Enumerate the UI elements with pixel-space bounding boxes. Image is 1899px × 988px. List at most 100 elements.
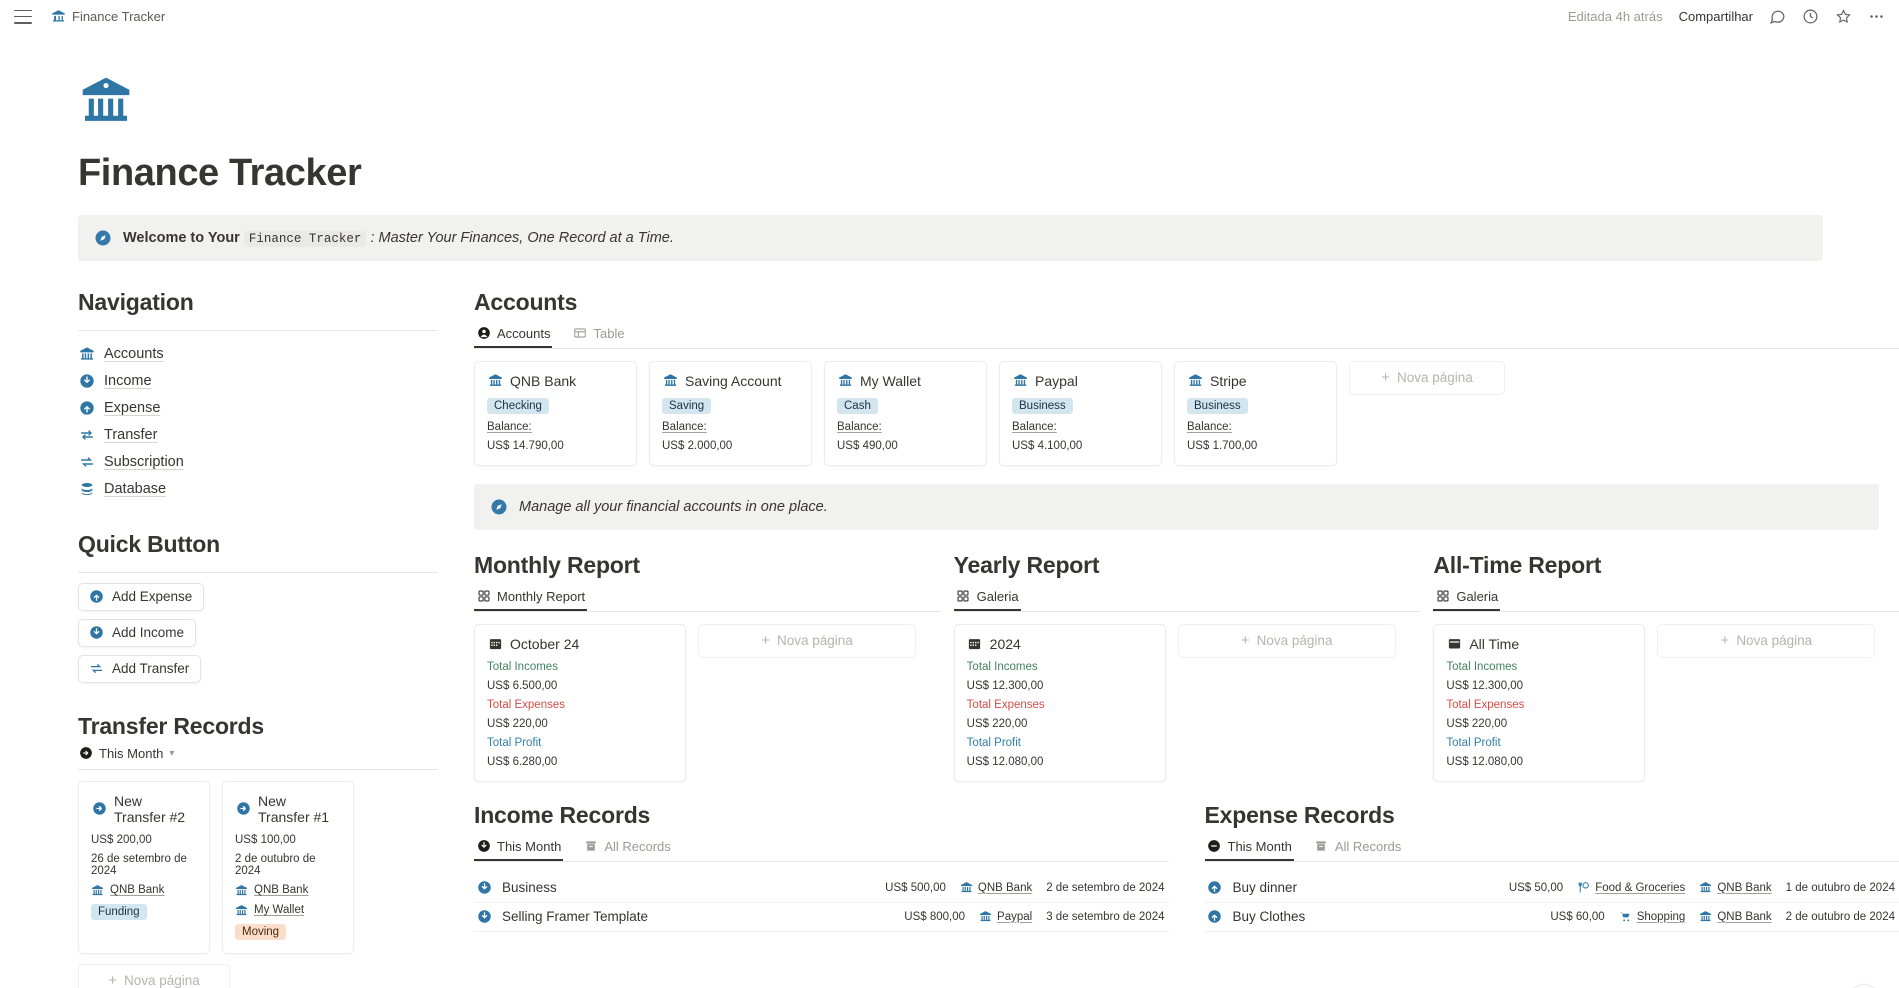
income-date: 3 de setembro de 2024 xyxy=(1046,910,1165,923)
transfer-card-gallery: New Transfer #2 US$ 200,00 26 de setembr… xyxy=(78,780,438,954)
report-card[interactable]: All Time Total Incomes US$ 12.300,00 Tot… xyxy=(1433,623,1646,782)
all-time-report-gallery: All Time Total Incomes US$ 12.300,00 Tot… xyxy=(1433,623,1899,782)
sidebar-item-label: Subscription xyxy=(104,454,184,471)
add-transfer-button[interactable]: Add Transfer xyxy=(78,654,202,683)
total-expenses-value: US$ 220,00 xyxy=(966,717,1028,730)
favorite-star-icon[interactable] xyxy=(1835,8,1852,25)
sidebar-item-income[interactable]: Income xyxy=(78,368,438,395)
transfer-card[interactable]: New Transfer #2 US$ 200,00 26 de setembr… xyxy=(78,780,210,954)
navigation-divider xyxy=(78,329,438,331)
income-amount: US$ 500,00 xyxy=(885,881,946,894)
expense-records-heading: Expense Records xyxy=(1204,801,1395,828)
tab-yearly-gallery-label: Galeria xyxy=(976,588,1019,604)
sidebar-item-label: Expense xyxy=(104,400,161,417)
main-columns: Navigation Accounts Income Expense Trans… xyxy=(78,271,1899,988)
tab-income-this-month[interactable]: This Month xyxy=(474,835,563,861)
sidebar-item-transfer[interactable]: Transfer xyxy=(78,422,438,449)
total-incomes-value: US$ 12.300,00 xyxy=(966,679,1044,692)
transfer-account-link[interactable]: QNB Bank xyxy=(235,884,341,897)
report-card[interactable]: October 24 Total Incomes US$ 6.500,00 To… xyxy=(474,623,686,782)
transfer-card[interactable]: New Transfer #1 US$ 100,00 2 de outubro … xyxy=(222,780,354,954)
account-card[interactable]: My Wallet Cash Balance: US$ 490,00 xyxy=(824,360,987,466)
income-date: 2 de setembro de 2024 xyxy=(1046,881,1165,894)
history-clock-icon[interactable] xyxy=(1802,8,1819,25)
sidebar-toggle-icon[interactable] xyxy=(14,9,32,24)
income-row[interactable]: Business US$ 500,00 QNB Bank 2 de setemb… xyxy=(474,874,1169,903)
breadcrumb[interactable]: Finance Tracker xyxy=(46,7,170,26)
tab-accounts[interactable]: Accounts xyxy=(474,322,552,348)
yearly-report-new-page-button[interactable]: + Nova página xyxy=(1177,623,1396,658)
comment-icon[interactable] xyxy=(1769,8,1786,25)
page-icon-bank-icon[interactable] xyxy=(78,73,138,133)
expense-account-label: QNB Bank xyxy=(1717,910,1772,923)
account-card[interactable]: Stripe Business Balance: US$ 1.700,00 xyxy=(1174,360,1337,466)
expense-category-link[interactable]: Food & Groceries xyxy=(1577,881,1685,894)
report-card-props: Total Incomes US$ 6.500,00 Total Expense… xyxy=(487,661,673,768)
income-account-link[interactable]: Paypal xyxy=(979,910,1032,923)
bank-icon xyxy=(235,904,248,917)
records-row: Income Records This Month All Records Bu… xyxy=(474,802,1899,932)
tab-table[interactable]: Table xyxy=(570,322,626,348)
all-time-report-new-page-button[interactable]: + Nova página xyxy=(1657,623,1876,658)
transfer-new-page-button[interactable]: + Nova página xyxy=(78,963,230,988)
tab-income-this-month-label: This Month xyxy=(497,838,562,854)
expense-title: Buy dinner xyxy=(1232,880,1298,896)
account-card[interactable]: QNB Bank Checking Balance: US$ 14.790,00 xyxy=(474,360,637,466)
database-icon xyxy=(78,481,95,498)
monthly-report-new-page-button[interactable]: + Nova página xyxy=(698,623,916,658)
more-options-icon[interactable] xyxy=(1868,8,1885,25)
plus-icon: + xyxy=(1240,632,1250,650)
tab-all-time-gallery[interactable]: Galeria xyxy=(1433,585,1500,611)
transfer-date: 2 de outubro de 2024 xyxy=(235,852,316,877)
balance-label: Balance: xyxy=(1012,420,1057,433)
expense-row[interactable]: Buy Clothes US$ 60,00 Shopping QNB Bank xyxy=(1204,903,1899,932)
transfer-account-link[interactable]: My Wallet xyxy=(235,904,341,917)
accounts-new-page-button[interactable]: + Nova página xyxy=(1349,360,1505,395)
sidebar-item-expense[interactable]: Expense xyxy=(78,395,438,422)
total-profit-value: US$ 6.280,00 xyxy=(487,755,558,768)
report-card[interactable]: 2024 Total Incomes US$ 12.300,00 Total E… xyxy=(953,623,1166,782)
monthly-report-view-tabs: Monthly Report xyxy=(474,585,940,612)
expense-category-label: Food & Groceries xyxy=(1595,881,1686,894)
tab-yearly-gallery[interactable]: Galeria xyxy=(954,585,1021,611)
account-balance: US$ 14.790,00 xyxy=(487,439,564,452)
sidebar-item-label: Database xyxy=(104,481,167,498)
tab-income-all-records[interactable]: All Records xyxy=(581,835,672,861)
monthly-report-heading: Monthly Report xyxy=(474,551,640,578)
expense-row[interactable]: Buy dinner US$ 50,00 Food & Groceries QN… xyxy=(1204,874,1899,903)
report-card-title-row: October 24 xyxy=(487,636,673,652)
add-income-button[interactable]: Add Income xyxy=(78,618,197,647)
share-button[interactable]: Compartilhar xyxy=(1679,9,1753,24)
sidebar-item-database[interactable]: Database xyxy=(78,476,438,503)
tab-monthly-report[interactable]: Monthly Report xyxy=(474,585,587,611)
tab-expense-this-month[interactable]: This Month xyxy=(1205,835,1294,861)
total-incomes-label: Total Incomes xyxy=(487,660,558,673)
sidebar-item-subscription[interactable]: Subscription xyxy=(78,449,438,476)
account-card[interactable]: Saving Account Saving Balance: US$ 2.000… xyxy=(649,360,812,466)
transfer-tag: Moving xyxy=(235,923,287,940)
account-card[interactable]: Paypal Business Balance: US$ 4.100,00 xyxy=(999,360,1162,466)
sidebar-item-accounts[interactable]: Accounts xyxy=(78,341,438,368)
expense-account-link[interactable]: QNB Bank xyxy=(1699,910,1772,923)
total-expenses-label: Total Expenses xyxy=(1446,698,1525,711)
expense-category-link[interactable]: Shopping xyxy=(1619,910,1685,923)
balance-label: Balance: xyxy=(837,420,882,433)
arrow-right-circle-icon xyxy=(235,801,251,817)
income-account-link[interactable]: QNB Bank xyxy=(960,881,1032,894)
tab-expense-all-records[interactable]: All Records xyxy=(1312,835,1403,861)
add-expense-label: Add Expense xyxy=(112,589,193,605)
arrow-down-circle-icon xyxy=(78,373,95,390)
expense-date: 2 de outubro de 2024 xyxy=(1785,910,1895,923)
bank-icon xyxy=(91,884,104,897)
transfer-account-link[interactable]: QNB Bank xyxy=(91,884,197,897)
income-row[interactable]: Selling Framer Template US$ 800,00 Paypa… xyxy=(474,903,1169,932)
add-expense-button[interactable]: Add Expense xyxy=(78,582,205,611)
expense-account-link[interactable]: QNB Bank xyxy=(1699,881,1772,894)
transfer-view-selector[interactable]: This Month ▾ xyxy=(78,746,438,769)
welcome-prefix: Welcome to Your xyxy=(123,229,240,246)
total-expenses-label: Total Expenses xyxy=(487,698,565,711)
refresh-icon xyxy=(78,454,95,471)
report-card-title: 2024 xyxy=(989,635,1021,652)
income-meta: US$ 500,00 QNB Bank 2 de setembro de 202… xyxy=(885,881,1164,894)
report-card-title-row: All Time xyxy=(1446,636,1632,652)
